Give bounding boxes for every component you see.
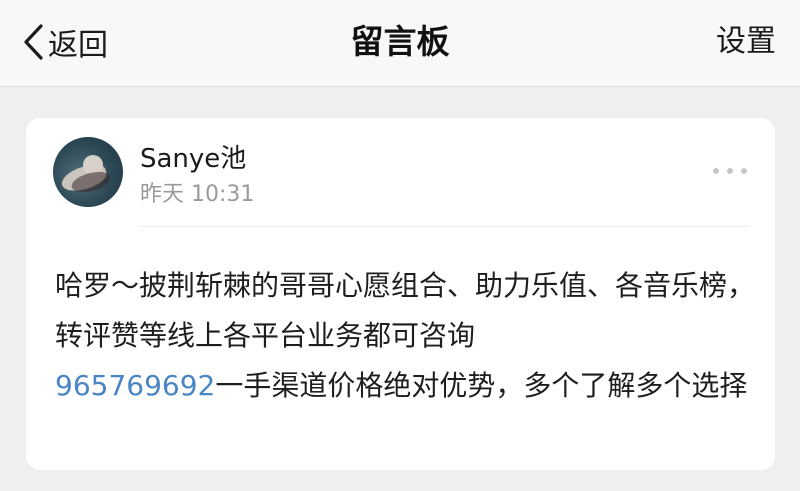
content-text-before: 哈罗～披荆斩棘的哥哥心愿组合、助力乐值、各音乐榜，转评赞等线上各平台业务都可咨询	[55, 269, 756, 352]
more-dots-icon[interactable]	[713, 166, 747, 176]
content-text-after: 一手渠道价格绝对优势，多个了解多个选择	[215, 369, 748, 402]
message-content: 哈罗～披荆斩棘的哥哥心愿组合、助力乐值、各音乐榜，转评赞等线上各平台业务都可咨询…	[55, 261, 755, 411]
settings-button[interactable]: 设置	[716, 18, 776, 66]
phone-link[interactable]: 965769692	[55, 369, 215, 402]
post-time: 昨天 10:31	[140, 182, 255, 207]
page-title: 留言板	[350, 22, 450, 61]
username[interactable]: Sanye池	[140, 138, 246, 175]
navigation-bar: 返回 留言板 设置	[0, 0, 800, 87]
message-card: Sanye池 昨天 10:31 哈罗～披荆斩棘的哥哥心愿组合、助力乐值、各音乐榜…	[26, 118, 775, 470]
divider	[140, 226, 749, 227]
avatar[interactable]	[53, 137, 123, 207]
